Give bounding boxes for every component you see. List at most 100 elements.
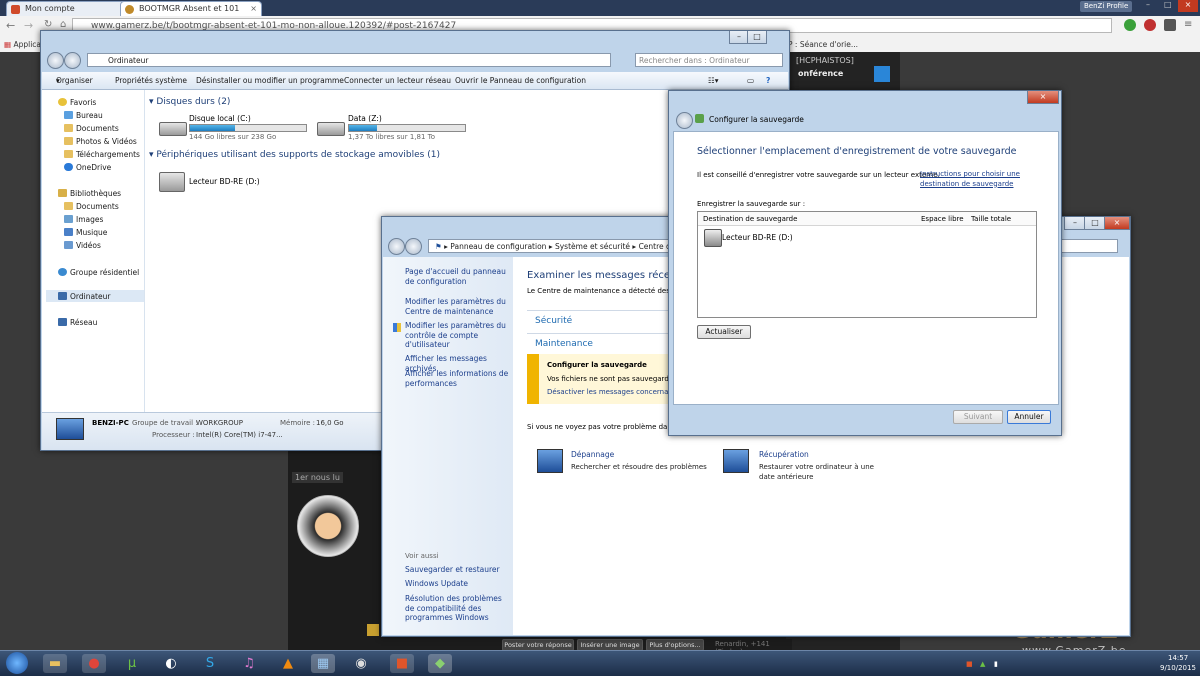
forward-button[interactable] xyxy=(405,238,422,255)
bd-drive-name[interactable]: Lecteur BD-RE (D:) xyxy=(189,177,260,186)
vlc-taskbar-icon[interactable]: ▲ xyxy=(276,654,300,673)
nav-photos[interactable]: Photos & Vidéos xyxy=(76,137,137,147)
cp-home-link[interactable]: Page d'accueil du panneau de configurati… xyxy=(405,267,509,286)
explorer-address-bar[interactable]: Ordinateur xyxy=(87,53,611,67)
network-tray-icon[interactable]: ▮ xyxy=(994,660,998,668)
utorrent-taskbar-icon[interactable]: µ xyxy=(120,654,144,673)
minimize-icon[interactable]: – xyxy=(729,31,749,44)
media-taskbar-icon[interactable]: ◐ xyxy=(159,654,183,673)
maximize-icon[interactable]: □ xyxy=(1164,0,1172,9)
nav-onedrive[interactable]: OneDrive xyxy=(76,163,111,173)
list-item[interactable]: Lecteur BD-RE (D:) xyxy=(700,227,900,247)
backup-taskbar-icon[interactable]: ◆ xyxy=(428,654,452,673)
forward-button[interactable] xyxy=(64,52,81,69)
col-total-size[interactable]: Taille totale xyxy=(971,215,1011,223)
back-button[interactable] xyxy=(388,238,405,255)
windows-update-link[interactable]: Windows Update xyxy=(405,579,509,589)
nav-documents[interactable]: Documents xyxy=(76,124,119,134)
col-destination[interactable]: Destination de sauvegarde xyxy=(703,215,797,223)
help-icon[interactable]: ? xyxy=(766,72,770,89)
extension-icon[interactable] xyxy=(1164,19,1176,31)
maximize-icon[interactable]: □ xyxy=(1084,217,1106,230)
drive-z-name[interactable]: Data (Z:) xyxy=(348,114,382,123)
homegroup-icon xyxy=(58,268,67,276)
nav-lib-music[interactable]: Musique xyxy=(76,228,107,238)
forward-arrow-icon[interactable]: → xyxy=(24,19,33,32)
bookmark-item[interactable]: P : Séance d'orie... xyxy=(788,37,858,52)
bd-drive-icon xyxy=(704,229,722,247)
compatibility-troubleshoot-link[interactable]: Résolution des problèmes de compatibilit… xyxy=(405,594,509,623)
minimize-icon[interactable]: – xyxy=(1064,217,1086,230)
cp-maintenance-settings-link[interactable]: Modifier les paramètres du Centre de mai… xyxy=(405,297,509,316)
refresh-button[interactable]: Actualiser xyxy=(697,325,751,339)
preview-pane-icon[interactable]: ▭ xyxy=(747,72,754,89)
nav-network[interactable]: Réseau xyxy=(70,318,97,328)
back-arrow-icon[interactable]: ← xyxy=(6,19,15,32)
nav-favorites[interactable]: Favoris xyxy=(70,98,96,108)
organize-button[interactable]: Organiser ▾ xyxy=(56,72,93,89)
nav-lib-documents[interactable]: Documents xyxy=(76,202,119,212)
menu-icon[interactable]: ≡ xyxy=(1184,19,1192,30)
maximize-icon[interactable]: □ xyxy=(747,31,767,44)
control-panel-taskbar-icon[interactable]: ▦ xyxy=(311,654,335,673)
section-hard-drives[interactable]: ▾ Disques durs (2) xyxy=(149,97,230,107)
nav-computer[interactable]: Ordinateur xyxy=(70,292,110,302)
open-control-panel-button[interactable]: Ouvrir le Panneau de configuration xyxy=(455,72,586,89)
back-button[interactable] xyxy=(47,52,64,69)
skype-taskbar-icon[interactable]: S xyxy=(198,654,222,673)
nav-libraries[interactable]: Bibliothèques xyxy=(70,189,121,199)
office-taskbar-icon[interactable]: ■ xyxy=(390,654,414,673)
tray-icon[interactable]: ▲ xyxy=(980,660,985,668)
itunes-taskbar-icon[interactable]: ♫ xyxy=(237,654,261,673)
col-free-space[interactable]: Espace libre xyxy=(921,215,964,223)
recovery-icon[interactable] xyxy=(723,449,749,473)
minimize-icon[interactable]: – xyxy=(1146,0,1150,9)
system-properties-button[interactable]: Propriétés système xyxy=(115,72,187,89)
backup-restore-link[interactable]: Sauvegarder et restaurer xyxy=(405,565,509,575)
start-orb-icon[interactable] xyxy=(6,652,28,674)
nav-lib-videos[interactable]: Vidéos xyxy=(76,241,101,251)
home-icon[interactable]: ⌂ xyxy=(60,19,66,30)
disable-messages-link[interactable]: Désactiver les messages concernant xyxy=(547,388,676,398)
close-icon[interactable]: × xyxy=(1104,217,1130,230)
recovery-link[interactable]: Récupération xyxy=(759,450,809,460)
clock-time[interactable]: 14:57 xyxy=(1168,654,1188,662)
cp-uac-settings-link[interactable]: Modifier les paramètres du contrôle de c… xyxy=(405,321,509,350)
cancel-button[interactable]: Annuler xyxy=(1007,410,1051,424)
map-network-drive-button[interactable]: Connecter un lecteur réseau xyxy=(344,72,451,89)
cp-performance-link[interactable]: Afficher les informations de performance… xyxy=(405,369,509,388)
nav-desktop[interactable]: Bureau xyxy=(76,111,103,121)
view-options-icon[interactable]: ☷▾ xyxy=(708,72,719,89)
emoji-icon[interactable] xyxy=(367,624,379,636)
nav-downloads[interactable]: Téléchargements xyxy=(76,150,140,160)
security-section[interactable]: Sécurité xyxy=(535,316,572,326)
profile-button[interactable]: BenZi Profile xyxy=(1080,1,1133,12)
chrome-taskbar-icon[interactable]: ● xyxy=(82,654,106,673)
troubleshoot-link[interactable]: Dépannage xyxy=(571,450,614,460)
back-button[interactable] xyxy=(676,112,693,129)
maintenance-section[interactable]: Maintenance xyxy=(535,339,593,349)
choose-destination-link[interactable]: Instructions pour choisir une destinatio… xyxy=(920,170,1040,189)
browser-tab-mon-compte[interactable]: Mon compte × xyxy=(6,1,136,17)
office-tray-icon[interactable]: ■ xyxy=(966,660,973,668)
close-icon[interactable]: × xyxy=(1027,91,1059,104)
clock-date[interactable]: 9/10/2015 xyxy=(1160,664,1196,672)
avatar[interactable] xyxy=(297,495,359,557)
next-button[interactable]: Suivant xyxy=(953,410,1003,424)
reload-icon[interactable]: ↻ xyxy=(44,19,52,30)
uninstall-program-button[interactable]: Désinstaller ou modifier un programme xyxy=(196,72,344,89)
close-icon[interactable]: × xyxy=(1178,0,1198,12)
extension-icon[interactable] xyxy=(1144,19,1156,31)
destination-list[interactable]: Destination de sauvegarde Espace libre T… xyxy=(697,211,1037,318)
nav-lib-images[interactable]: Images xyxy=(76,215,103,225)
steam-taskbar-icon[interactable]: ◉ xyxy=(349,654,373,673)
extension-icon[interactable] xyxy=(1124,19,1136,31)
drive-c-name[interactable]: Disque local (C:) xyxy=(189,114,251,123)
close-tab-icon[interactable]: × xyxy=(250,2,257,16)
explorer-taskbar-icon[interactable]: ▬ xyxy=(43,654,67,673)
browser-tab-bootmgr[interactable]: BOOTMGR Absent et 101 × xyxy=(120,1,262,17)
explorer-search-input[interactable]: Rechercher dans : Ordinateur xyxy=(635,53,783,67)
section-removable[interactable]: ▾ Périphériques utilisant des supports d… xyxy=(149,150,440,160)
nav-homegroup[interactable]: Groupe résidentiel xyxy=(70,268,139,278)
troubleshoot-icon[interactable] xyxy=(537,449,563,473)
